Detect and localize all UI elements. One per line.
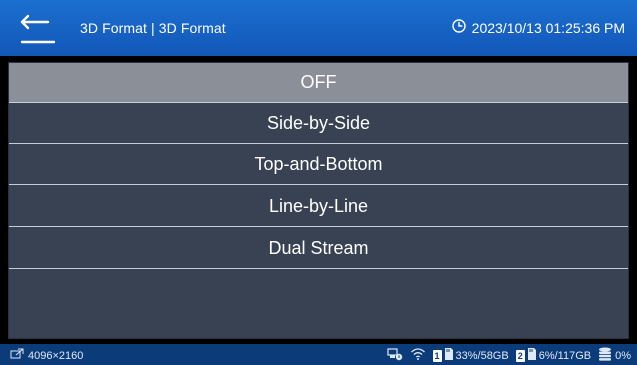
slot-2-number: 2 xyxy=(515,349,525,362)
slot-1-number: 1 xyxy=(432,349,442,362)
sd-card-icon xyxy=(527,348,536,363)
option-dual-stream[interactable]: Dual Stream xyxy=(9,229,628,269)
wifi-icon xyxy=(410,347,426,364)
card-slot-1: 1 33%/58GB xyxy=(432,348,509,363)
storage-stack-icon xyxy=(598,347,612,364)
storage-percent: 0% xyxy=(615,349,631,362)
network-device-icon xyxy=(386,347,403,364)
header-bar: 3D Format | 3D Format 2023/10/13 01:25:3… xyxy=(0,0,637,56)
back-arrow-icon[interactable] xyxy=(18,12,58,46)
storage-indicator: 0% xyxy=(598,347,631,364)
sd-card-icon xyxy=(444,348,453,363)
page-title: 3D Format | 3D Format xyxy=(80,20,226,36)
slot-1-usage: 33%/58GB xyxy=(455,349,509,362)
option-side-by-side[interactable]: Side-by-Side xyxy=(9,104,628,144)
status-bar: 4096×2160 1 33%/58GB 2 6%/117GB 0% xyxy=(0,344,637,365)
resolution-text: 4096×2160 xyxy=(28,349,84,362)
datetime-display: 2023/10/13 01:25:36 PM xyxy=(451,19,625,36)
datetime-text: 2023/10/13 01:25:36 PM xyxy=(471,19,625,36)
option-line-by-line[interactable]: Line-by-Line xyxy=(9,187,628,227)
card-slot-2: 2 6%/117GB xyxy=(515,348,592,363)
resolution-indicator: 4096×2160 xyxy=(10,348,83,363)
option-top-and-bottom[interactable]: Top-and-Bottom xyxy=(9,145,628,185)
slot-2-usage: 6%/117GB xyxy=(538,349,592,362)
device-status: 1 33%/58GB 2 6%/117GB 0% xyxy=(386,347,631,364)
hdmi-input-icon xyxy=(10,348,24,363)
clock-icon xyxy=(451,19,466,36)
option-off[interactable]: OFF xyxy=(9,63,628,103)
format-options-list: OFF Side-by-Side Top-and-Bottom Line-by-… xyxy=(8,62,629,339)
